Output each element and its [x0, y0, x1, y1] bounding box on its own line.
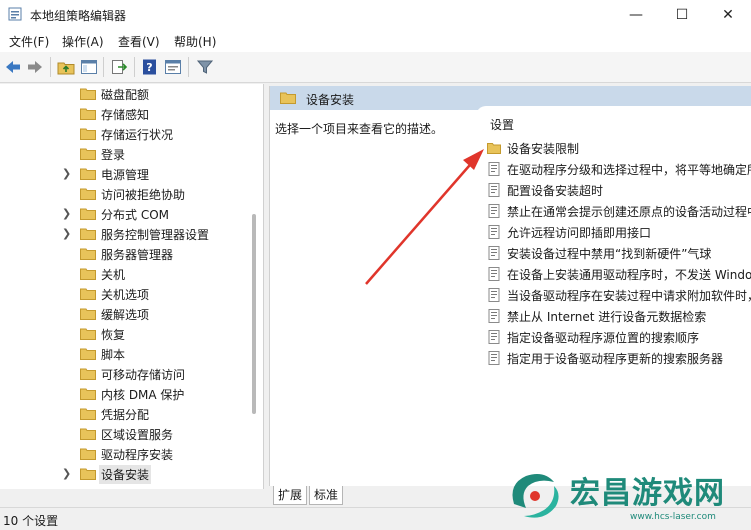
arrow-head: [463, 149, 484, 170]
watermark-text: 宏昌游戏网: [570, 476, 725, 511]
arrow-shaft: [365, 157, 477, 285]
watermark-logo: [512, 474, 559, 518]
watermark: 宏昌游戏网 www.hcs-laser.com: [500, 460, 751, 529]
annotation-arrow: [365, 149, 484, 285]
watermark-url: www.hcs-laser.com: [630, 512, 716, 522]
